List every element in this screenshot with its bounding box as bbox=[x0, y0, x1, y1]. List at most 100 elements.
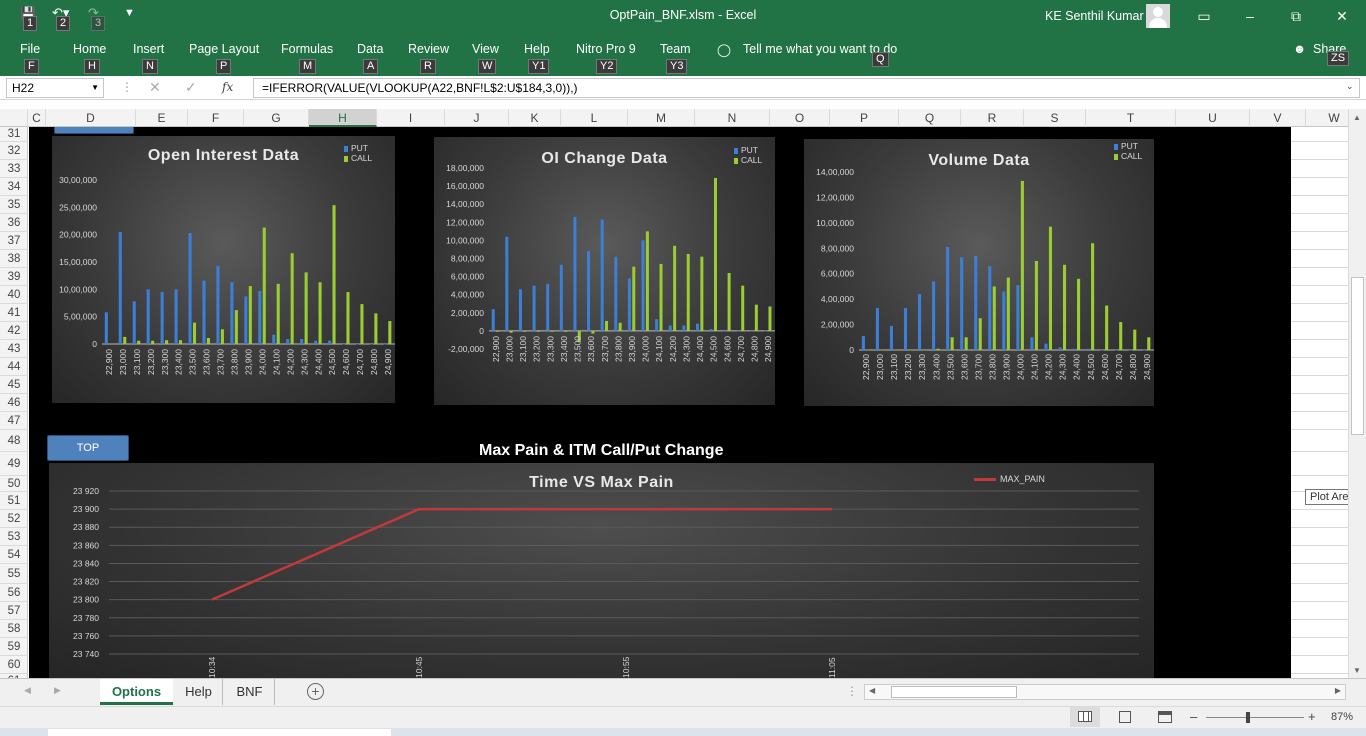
tab-formulas[interactable]: Formulas bbox=[281, 42, 333, 56]
column-header-j[interactable]: J bbox=[445, 109, 509, 127]
row-header-48[interactable]: 48 bbox=[0, 430, 28, 452]
prev-sheet-icon[interactable]: ◀ bbox=[24, 685, 31, 696]
row-header-49[interactable]: 49 bbox=[0, 452, 28, 476]
tab-data[interactable]: Data bbox=[357, 42, 383, 56]
row-header-36[interactable]: 36 bbox=[0, 214, 28, 232]
sheet-area[interactable]: Open Interest Data PUT CALL 0 5,00,000 10,… bbox=[29, 127, 1291, 678]
tab-page-layout[interactable]: Page Layout bbox=[189, 42, 259, 56]
oi-change-chart[interactable]: OI Change Data PUT CALL -2,00,000 0 2,00,0… bbox=[434, 137, 775, 405]
row-header-56[interactable]: 56 bbox=[0, 584, 28, 602]
next-sheet-icon[interactable]: ▶ bbox=[54, 685, 61, 696]
enter-icon[interactable]: ✓ bbox=[185, 79, 197, 96]
zoom-slider-thumb[interactable] bbox=[1246, 712, 1250, 723]
row-header-32[interactable]: 32 bbox=[0, 142, 28, 160]
sheet-tab-help[interactable]: Help bbox=[175, 679, 223, 705]
expand-formula-icon[interactable]: ⌄ bbox=[1346, 81, 1354, 92]
column-header-f[interactable]: F bbox=[188, 109, 244, 127]
split-handle-icon[interactable]: ⋮ bbox=[846, 684, 858, 698]
row-header-31[interactable]: 31 bbox=[0, 127, 28, 142]
zoom-slider[interactable] bbox=[1206, 717, 1304, 718]
row-header-57[interactable]: 57 bbox=[0, 602, 28, 620]
page-break-view-icon[interactable] bbox=[1158, 711, 1172, 723]
column-header-g[interactable]: G bbox=[244, 109, 309, 127]
column-header-c[interactable]: C bbox=[28, 109, 46, 127]
row-header-35[interactable]: 35 bbox=[0, 196, 28, 214]
sheet-tab-bnf[interactable]: BNF bbox=[225, 679, 275, 705]
max-pain-chart[interactable]: Time VS Max Pain MAX_PAIN 23 740 23 760 23… bbox=[49, 463, 1154, 678]
restore-icon[interactable]: ⧉ bbox=[1285, 6, 1307, 28]
max-pain-plot[interactable]: 23 740 23 760 23 780 23 800 23 820 23 840 23 8… bbox=[49, 463, 1154, 678]
column-header-v[interactable]: V bbox=[1250, 109, 1306, 127]
scroll-thumb[interactable] bbox=[1351, 277, 1364, 435]
row-header-43[interactable]: 43 bbox=[0, 340, 28, 358]
scroll-left-icon[interactable]: ◀ bbox=[869, 686, 875, 695]
row-header-46[interactable]: 46 bbox=[0, 394, 28, 412]
open-interest-chart[interactable]: Open Interest Data PUT CALL 0 5,00,000 10,… bbox=[52, 136, 395, 403]
column-header-i[interactable]: I bbox=[377, 109, 445, 127]
tab-home[interactable]: Home bbox=[73, 42, 106, 56]
ribbon-display-icon[interactable]: ▭ bbox=[1193, 6, 1215, 28]
row-header-50[interactable]: 50 bbox=[0, 476, 28, 492]
insert-function-icon[interactable]: fx bbox=[222, 80, 233, 94]
formula-input[interactable]: =IFERROR(VALUE(VLOOKUP(A22,BNF!L$2:U$184… bbox=[253, 78, 1360, 98]
top-button[interactable]: TOP bbox=[47, 435, 129, 461]
column-header-t[interactable]: T bbox=[1086, 109, 1176, 127]
horizontal-scrollbar[interactable]: ◀ ▶ bbox=[864, 684, 1346, 700]
row-header-59[interactable]: 59 bbox=[0, 638, 28, 656]
tab-help[interactable]: Help bbox=[524, 42, 550, 56]
row-header-39[interactable]: 39 bbox=[0, 268, 28, 286]
name-box[interactable]: H22 ▼ bbox=[6, 78, 104, 98]
row-header-44[interactable]: 44 bbox=[0, 358, 28, 376]
row-header-40[interactable]: 40 bbox=[0, 286, 28, 304]
column-header-r[interactable]: R bbox=[961, 109, 1024, 127]
user-name[interactable]: KE Senthil Kumar bbox=[1045, 9, 1144, 23]
column-header-p[interactable]: P bbox=[830, 109, 899, 127]
cancel-icon[interactable]: ✕ bbox=[149, 79, 161, 96]
share-icon[interactable]: ☻ bbox=[1293, 42, 1306, 56]
row-header-47[interactable]: 47 bbox=[0, 412, 28, 430]
row-header-54[interactable]: 54 bbox=[0, 546, 28, 564]
volume-plot[interactable]: 0 2,00,000 4,00,000 6,00,000 8,00,000 10,00,0… bbox=[804, 139, 1154, 406]
row-header-58[interactable]: 58 bbox=[0, 620, 28, 638]
volume-chart[interactable]: Volume Data PUT CALL 0 2,00,000 4,00,000 6,… bbox=[804, 139, 1154, 406]
column-header-n[interactable]: N bbox=[695, 109, 770, 127]
zoom-in-icon[interactable]: + bbox=[1308, 709, 1316, 724]
tab-view[interactable]: View bbox=[472, 42, 499, 56]
row-header-51[interactable]: 51 bbox=[0, 492, 28, 510]
column-header-k[interactable]: K bbox=[509, 109, 561, 127]
scroll-down-icon[interactable]: ▼ bbox=[1353, 666, 1361, 675]
close-icon[interactable]: ✕ bbox=[1331, 6, 1353, 28]
row-header-52[interactable]: 52 bbox=[0, 510, 28, 528]
sheet-tab-options[interactable]: Options bbox=[100, 679, 173, 705]
column-header-d[interactable]: D bbox=[46, 109, 136, 127]
row-header-55[interactable]: 55 bbox=[0, 564, 28, 584]
tab-team[interactable]: Team bbox=[660, 42, 691, 56]
scroll-up-icon[interactable]: ▲ bbox=[1353, 113, 1361, 122]
column-header-m[interactable]: M bbox=[628, 109, 695, 127]
top-button-partial[interactable] bbox=[54, 127, 134, 134]
row-header-41[interactable]: 41 bbox=[0, 304, 28, 322]
scroll-right-icon[interactable]: ▶ bbox=[1335, 686, 1341, 695]
row-header-60[interactable]: 60 bbox=[0, 656, 28, 674]
column-header-l[interactable]: L bbox=[561, 109, 628, 127]
row-header-42[interactable]: 42 bbox=[0, 322, 28, 340]
oi-change-plot[interactable]: -2,00,000 0 2,00,000 4,00,000 6,00,000 8,00,0… bbox=[434, 137, 775, 405]
tab-nitro[interactable]: Nitro Pro 9 bbox=[576, 42, 636, 56]
column-header-u[interactable]: U bbox=[1176, 109, 1250, 127]
row-header-33[interactable]: 33 bbox=[0, 160, 28, 178]
select-all-corner[interactable] bbox=[0, 109, 28, 127]
open-interest-plot[interactable]: 0 5,00,000 10,00,000 15,00,000 20,00,000 25,0… bbox=[52, 136, 395, 403]
column-header-o[interactable]: O bbox=[770, 109, 830, 127]
tab-review[interactable]: Review bbox=[408, 42, 449, 56]
page-layout-view-icon[interactable] bbox=[1119, 711, 1131, 723]
zoom-out-icon[interactable]: – bbox=[1190, 709, 1197, 724]
zoom-level[interactable]: 87% bbox=[1331, 711, 1353, 723]
column-header-e[interactable]: E bbox=[136, 109, 188, 127]
row-header-45[interactable]: 45 bbox=[0, 376, 28, 394]
tab-insert[interactable]: Insert bbox=[133, 42, 164, 56]
column-header-s[interactable]: S bbox=[1024, 109, 1086, 127]
chevron-down-icon[interactable]: ▼ bbox=[91, 79, 99, 97]
row-header-53[interactable]: 53 bbox=[0, 528, 28, 546]
empty-cells[interactable] bbox=[1291, 127, 1348, 689]
more-options-icon[interactable]: ⋮ bbox=[121, 80, 133, 94]
